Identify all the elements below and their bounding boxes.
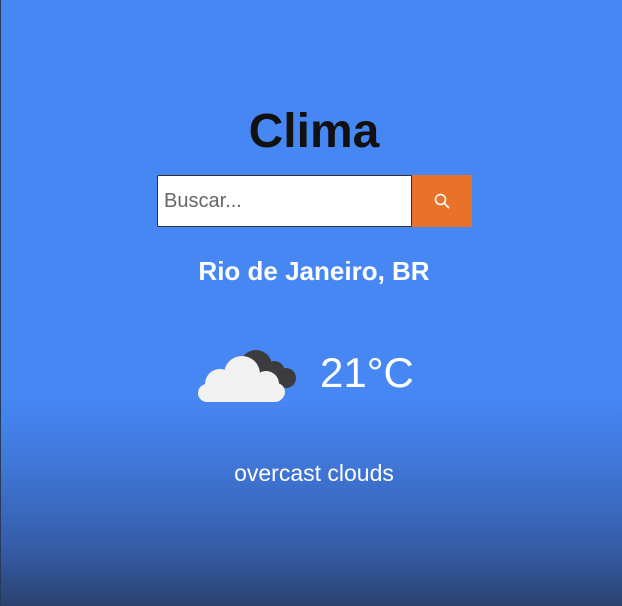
location-name: Rio de Janeiro, BR xyxy=(198,256,430,286)
weather-app: Clima Rio de Janeiro, BR xyxy=(1,0,622,606)
search-bar xyxy=(157,175,472,227)
overcast-clouds-icon xyxy=(198,350,296,402)
search-button[interactable] xyxy=(412,175,472,227)
search-icon xyxy=(434,193,450,209)
temperature: 21°C xyxy=(320,349,414,396)
search-input[interactable] xyxy=(157,175,412,227)
current-weather: 21°C xyxy=(194,340,414,406)
weather-description: overcast clouds xyxy=(234,460,394,486)
page-title: Clima xyxy=(248,105,380,158)
